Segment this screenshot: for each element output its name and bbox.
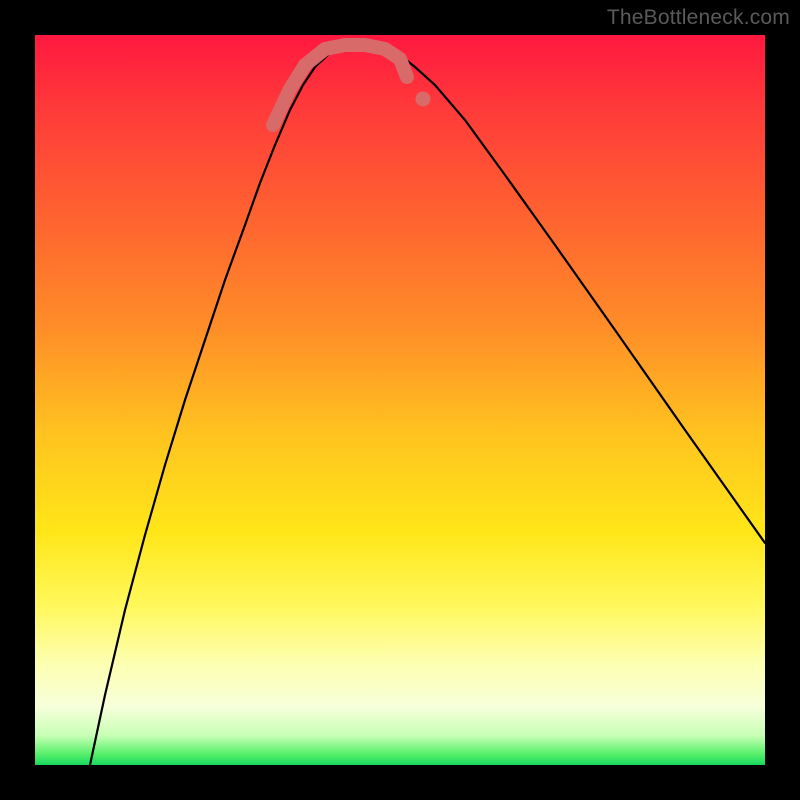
- plot-area: [35, 35, 765, 765]
- chart-frame: TheBottleneck.com: [0, 0, 800, 800]
- valley-marker-dot: [416, 92, 431, 107]
- curve-layer: [35, 35, 765, 765]
- valley-marker: [273, 45, 407, 125]
- watermark-text: TheBottleneck.com: [607, 6, 790, 30]
- bottleneck-curve: [90, 45, 765, 765]
